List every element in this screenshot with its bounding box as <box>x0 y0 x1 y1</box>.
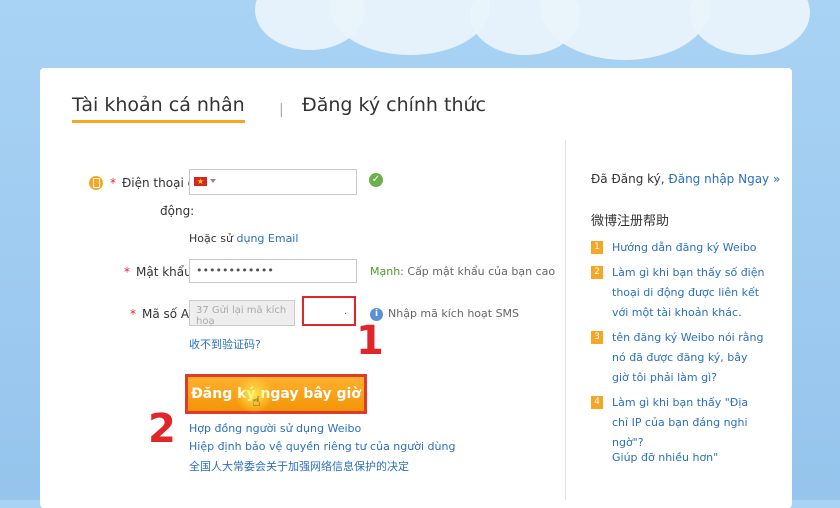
phone-icon <box>89 176 103 190</box>
vietnam-flag-icon: ★ <box>194 176 207 186</box>
password-label: * Mật khẩu: <box>124 265 196 279</box>
help-item-number: 1 <box>591 241 603 254</box>
help-item-text: Làm gì khi bạn thấy "Địa chỉ IP của bạn … <box>612 396 749 449</box>
user-agreement-link[interactable]: Hợp đồng người sử dụng Weibo <box>189 422 361 435</box>
help-heading: 微博注册帮助 <box>591 214 670 229</box>
activation-code-label: * Mã số A <box>130 307 190 321</box>
help-item-number: 2 <box>591 266 603 279</box>
sidebar-divider <box>565 140 566 500</box>
privacy-agreement-link[interactable]: Hiệp định bảo vệ quyền riêng tư của ngườ… <box>189 440 455 453</box>
tab-personal-account[interactable]: Tài khoản cá nhân <box>72 94 245 123</box>
phone-label: * Điện thoại di <box>110 176 199 190</box>
annotation-number-1: 1 <box>356 318 384 364</box>
annotation-number-2: 2 <box>148 406 176 452</box>
help-item-4[interactable]: 4 Làm gì khi bạn thấy "Địa chỉ IP của bạ… <box>591 393 766 453</box>
password-strength: Mạnh: Cấp mật khẩu của bạn cao <box>370 265 556 278</box>
activation-code-input[interactable]: . <box>302 296 356 326</box>
login-now-link[interactable]: Đăng nhập Ngay » <box>668 172 780 186</box>
check-icon: ✓ <box>369 173 383 187</box>
already-registered: Đã Đăng ký, Đăng nhập Ngay » <box>591 172 781 186</box>
help-item-number: 4 <box>591 396 603 409</box>
network-protection-decision-link[interactable]: 全国人大常委会关于加强网络信息保护的决定 <box>189 458 409 474</box>
register-now-button[interactable]: Đăng ký ngay bây giờ <box>185 374 367 414</box>
help-item-3[interactable]: 3 tên đăng ký Weibo nói rằng nó đã được … <box>591 328 766 388</box>
cursor-hand-icon: ☝ <box>252 394 261 410</box>
cloud-decoration <box>330 0 490 55</box>
cloud-decoration <box>690 0 810 55</box>
help-item-1[interactable]: 1 Hướng dẫn đăng ký Weibo <box>591 238 766 258</box>
help-item-text: Hướng dẫn đăng ký Weibo <box>612 241 757 254</box>
password-input[interactable]: •••••••••••• <box>189 259 357 283</box>
phone-label-continued: động: <box>160 204 195 218</box>
chevron-down-icon <box>210 179 216 183</box>
help-item-number: 3 <box>591 331 603 344</box>
code-not-received-link[interactable]: 收不到验证码? <box>189 336 261 352</box>
help-item-text: tên đăng ký Weibo nói rằng nó đã được đă… <box>612 331 764 384</box>
registration-card: Tài khoản cá nhân | Đăng ký chính thức *… <box>40 68 792 508</box>
tab-separator: | <box>279 102 284 118</box>
country-select[interactable]: ★ <box>191 170 221 192</box>
sms-code-hint: Nhập mã kích hoạt SMS <box>388 307 520 320</box>
help-item-text: Làm gì khi bạn thấy số điện thoại di độn… <box>612 266 765 319</box>
resend-code-button[interactable]: 37 Gửi lại mã kích hoạ <box>189 300 295 327</box>
email-alternative: Hoặc sử dụng Email <box>189 232 299 245</box>
tab-official-registration[interactable]: Đăng ký chính thức <box>302 94 486 116</box>
help-item-2[interactable]: 2 Làm gì khi bạn thấy số điện thoại di đ… <box>591 263 766 323</box>
more-help-link[interactable]: Giúp đỡ nhiều hơn" <box>612 451 718 464</box>
tab-bar: Tài khoản cá nhân | Đăng ký chính thức <box>72 94 762 126</box>
cloud-decoration <box>540 0 710 60</box>
use-email-link[interactable]: dụng Email <box>237 232 299 245</box>
